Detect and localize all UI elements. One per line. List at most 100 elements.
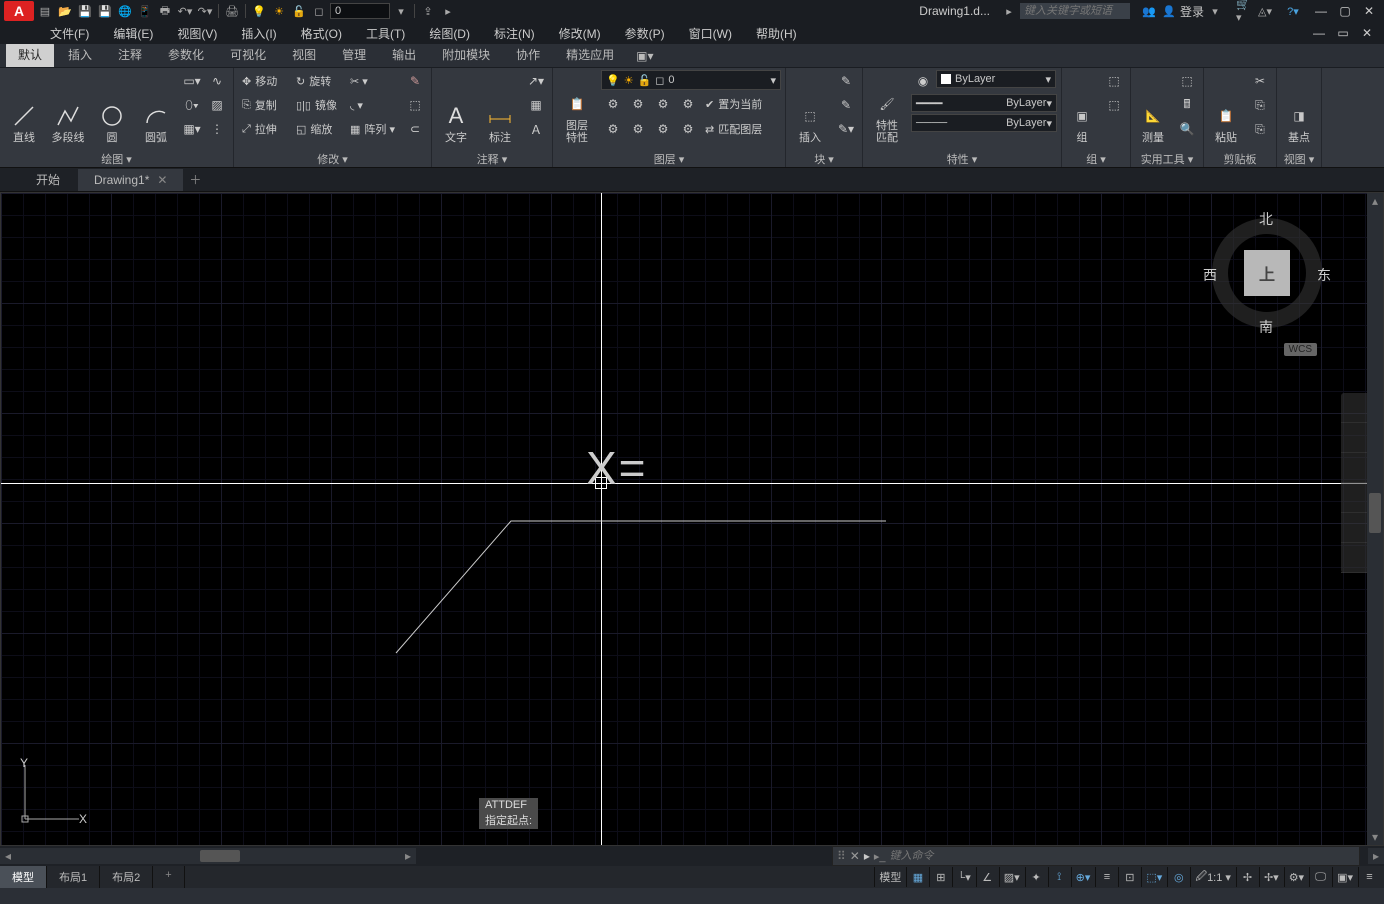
viewcube-north[interactable]: 北 [1259,209,1273,229]
menu-help[interactable]: 帮助(H) [746,23,807,44]
scroll-right-end-icon[interactable]: ▸ [1368,848,1384,864]
close-button[interactable]: ✕ [1358,2,1380,20]
table-icon[interactable]: ▦ [524,94,548,116]
match-layer-button[interactable]: ⇄ 匹配图层 [701,118,766,140]
qat-layer-input[interactable] [330,3,390,19]
sb-ws-icon[interactable]: ⚙▾ [1284,867,1308,887]
menu-draw[interactable]: 绘图(D) [419,23,480,44]
menu-view[interactable]: 视图(V) [167,23,227,44]
sb-3dosnap-icon[interactable]: ⬚▾ [1141,867,1166,887]
bulb-on-icon[interactable]: 💡 [250,2,268,20]
sb-selcycle-icon[interactable]: ◎ [1167,867,1189,887]
panel-groups-title[interactable]: 组 ▾ [1066,149,1126,167]
save-icon[interactable]: 💾 [76,2,94,20]
attr-icon[interactable]: ✎▾ [834,118,858,140]
mtext-icon[interactable]: Ａ [524,118,548,140]
ribbon-tab-extra-icon[interactable]: ▣▾ [628,45,661,67]
ungroup-icon[interactable]: ⬚ [1102,70,1126,92]
array-button[interactable]: ▦ 阵列 ▾ [346,118,399,140]
scroll-down-icon[interactable]: ▾ [1367,829,1383,845]
search-chevron-icon[interactable]: ▸ [1000,2,1018,20]
panel-properties-title[interactable]: 特性 ▾ [867,149,1057,167]
mirror-button[interactable]: ▯|▯ 镜像 [292,94,342,116]
menu-edit[interactable]: 编辑(E) [103,23,163,44]
fillet-button[interactable]: ◟ ▾ [346,94,399,116]
stretch-button[interactable]: ⤢ 拉伸 [238,118,288,140]
model-tab[interactable]: 模型 [0,866,47,888]
mobile-icon[interactable]: 📱 [136,2,154,20]
sb-dyn-icon[interactable]: ⊕▾ [1071,867,1095,887]
menu-tools[interactable]: 工具(T) [356,23,415,44]
viewcube-south[interactable]: 南 [1259,317,1273,337]
ribbon-tab-addins[interactable]: 附加模块 [430,42,502,67]
menu-dimension[interactable]: 标注(N) [484,23,545,44]
qselect-icon[interactable]: 🔍 [1175,118,1199,140]
plot-icon[interactable]: 🖶 [156,2,174,20]
undo-icon[interactable]: ↶▾ [176,2,194,20]
a360-icon[interactable]: 👥 [1140,2,1158,20]
make-current-button[interactable]: ✔ 置为当前 [701,93,766,115]
share-icon[interactable]: ⇪ [419,2,437,20]
layer-uniso-icon[interactable]: ⚙ [626,118,650,140]
ribbon-tab-output[interactable]: 输出 [380,42,428,67]
layer-properties-button[interactable]: 📋图层 特性 [557,70,597,146]
group-button[interactable]: ▣组 [1066,70,1098,146]
viewcube-east[interactable]: 东 [1317,265,1331,285]
offset-icon[interactable]: ⊂ [403,118,427,140]
menu-format[interactable]: 格式(O) [291,23,352,44]
ribbon-tab-featured[interactable]: 精选应用 [554,42,626,67]
ribbon-tab-manage[interactable]: 管理 [330,42,378,67]
layer-unlock-icon[interactable]: ⚙ [676,118,700,140]
print-icon[interactable]: 🖨 [223,2,241,20]
viewcube-west[interactable]: 西 [1203,265,1217,285]
maximize-button[interactable]: ▢ [1334,2,1356,20]
wcs-badge[interactable]: WCS [1284,343,1317,356]
horizontal-scrollbar[interactable]: ◂ ▸ [0,848,416,864]
sb-tpy-icon[interactable]: ⊡ [1118,867,1140,887]
layer-color-icon[interactable]: ◻ [310,2,328,20]
lineweight-combo[interactable]: ━━━━ByLayer▾ [911,94,1057,112]
viewcube[interactable]: 上 北 南 西 东 [1207,213,1327,333]
sb-clean-icon[interactable]: ▣▾ [1332,867,1357,887]
mdi-minimize-button[interactable]: — [1308,24,1330,42]
scale-button[interactable]: ◱ 缩放 [292,118,342,140]
app-logo[interactable]: A [4,1,34,21]
ribbon-tab-view[interactable]: 视图 [280,42,328,67]
circle-button[interactable]: 圆 [92,70,132,146]
text-button[interactable]: A文字 [436,70,476,146]
layer-on-icon[interactable]: ⚙ [601,118,625,140]
group-edit-icon[interactable]: ⬚ [1102,94,1126,116]
open-icon[interactable]: 📂 [56,2,74,20]
rect-icon[interactable]: ▭▾ [180,70,204,92]
scroll-left-icon[interactable]: ◂ [0,848,16,864]
saveas-icon[interactable]: 💾 [96,2,114,20]
login-dropdown-icon[interactable]: ▾ [1206,2,1224,20]
move-button[interactable]: ✥ 移动 [238,70,288,92]
panel-blocks-title[interactable]: 块 ▾ [790,149,858,167]
arc-button[interactable]: 圆弧 [136,70,176,146]
cut-icon[interactable]: ✂ [1248,70,1272,92]
minimize-button[interactable]: — [1310,2,1332,20]
command-line[interactable]: ⠿ ✕ ▸ ▸_ [832,846,1360,866]
layout1-tab[interactable]: 布局1 [47,866,100,888]
hscroll-thumb[interactable] [200,850,240,862]
mdi-restore-button[interactable]: ▭ [1332,24,1354,42]
ribbon-tab-default[interactable]: 默认 [6,42,54,67]
web-icon[interactable]: 🌐 [116,2,134,20]
measure-button[interactable]: 📐测量 [1135,70,1171,146]
doc-tab-drawing1[interactable]: Drawing1* ✕ [78,169,183,191]
lock-icon[interactable]: 🔓 [290,2,308,20]
play-icon[interactable]: ▸ [439,2,457,20]
user-icon[interactable]: 👤 [1160,2,1178,20]
sb-snap-icon[interactable]: ⊞ [929,867,951,887]
mdi-close-button[interactable]: ✕ [1356,24,1378,42]
create-block-icon[interactable]: ✎ [834,70,858,92]
panel-modify-title[interactable]: 修改 ▾ [238,149,427,167]
layer-thaw-icon[interactable]: ⚙ [651,118,675,140]
insert-block-button[interactable]: ⬚插入 [790,70,830,146]
color-wheel-icon[interactable]: ◉ [911,70,935,92]
layer-off-icon[interactable]: ⚙ [601,93,625,115]
ellipse-icon[interactable]: ⬯▾ [180,94,204,116]
bulb-icon[interactable]: ☀ [270,2,288,20]
qat-dropdown-icon[interactable]: ▾ [392,2,410,20]
